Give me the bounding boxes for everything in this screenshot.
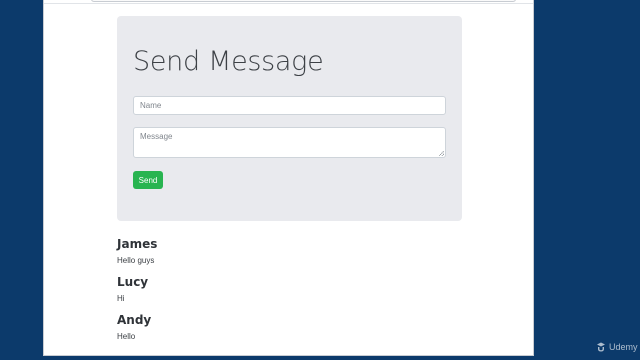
- watermark-label: Udemy: [609, 342, 638, 352]
- message-textarea[interactable]: [133, 127, 446, 158]
- udemy-watermark: Udemy: [596, 342, 638, 352]
- list-item: James Hello guys: [117, 236, 462, 274]
- udemy-logo-icon: [597, 342, 605, 352]
- message-field-wrapper: [133, 127, 446, 158]
- message-author: Lucy: [117, 275, 149, 289]
- message-text: Hello guys: [117, 256, 155, 265]
- address-bar[interactable]: [91, 0, 516, 2]
- message-list: James Hello guys Lucy Hi Andy Hello: [117, 236, 462, 350]
- browser-toolbar: [44, 0, 533, 4]
- message-author: Andy: [117, 313, 152, 327]
- page-title: Send Message: [133, 46, 324, 77]
- resize-handle-icon[interactable]: [439, 151, 444, 156]
- send-message-panel: Send Message Send: [117, 16, 462, 221]
- send-button[interactable]: Send: [133, 171, 163, 189]
- message-text: Hello: [117, 332, 136, 341]
- list-item: Lucy Hi: [117, 274, 462, 312]
- message-author: James: [117, 237, 158, 251]
- browser-window: Send Message Send James Hello guys Lucy …: [43, 0, 534, 356]
- name-input[interactable]: [133, 96, 446, 115]
- list-item: Andy Hello: [117, 312, 462, 350]
- message-text: Hi: [117, 294, 125, 303]
